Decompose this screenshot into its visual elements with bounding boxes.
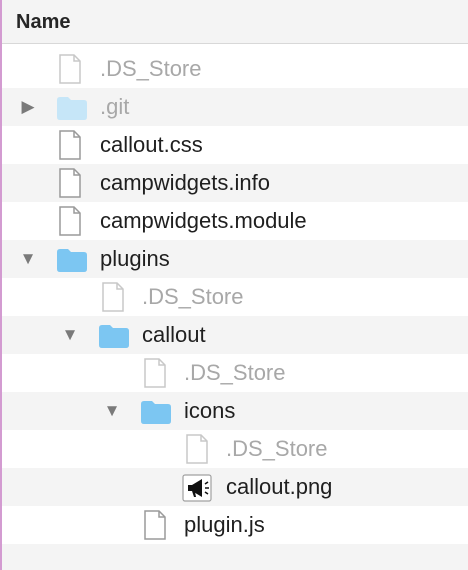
disclosure-triangle-icon[interactable]: ▼ <box>16 247 40 271</box>
folder-icon <box>57 249 87 272</box>
folder-name: icons <box>184 398 236 423</box>
file-name: .DS_Store <box>184 360 286 385</box>
disclosure-triangle-icon[interactable]: ▼ <box>58 323 82 347</box>
list-item[interactable]: campwidgets.info <box>2 164 468 202</box>
file-icon <box>102 282 124 312</box>
folder-icon <box>141 401 171 424</box>
file-name: .DS_Store <box>142 284 244 309</box>
file-name: campwidgets.info <box>100 170 270 195</box>
column-header-label: Name <box>16 11 71 33</box>
file-icon <box>144 510 166 540</box>
list-item[interactable]: .DS_Store <box>2 50 468 88</box>
folder-name: plugins <box>100 246 170 271</box>
folder-name: callout <box>142 322 206 347</box>
file-name: .DS_Store <box>226 436 328 461</box>
list-item[interactable]: .DS_Store <box>2 278 468 316</box>
list-item[interactable]: callout.css <box>2 126 468 164</box>
list-item[interactable]: ▼ icons <box>2 392 468 430</box>
file-name: callout.css <box>100 132 203 157</box>
file-icon <box>144 358 166 388</box>
list-item[interactable]: .DS_Store <box>2 430 468 468</box>
list-item[interactable]: plugin.js <box>2 506 468 544</box>
file-name: .DS_Store <box>100 56 202 81</box>
list-item[interactable]: ▶ .git <box>2 88 468 126</box>
file-name: plugin.js <box>184 512 265 537</box>
file-icon <box>59 168 81 198</box>
list-item[interactable]: .DS_Store <box>2 354 468 392</box>
folder-name: .git <box>100 94 130 119</box>
file-icon <box>59 130 81 160</box>
column-header-name[interactable]: Name <box>2 0 468 44</box>
megaphone-icon <box>182 474 212 502</box>
folder-icon <box>57 97 87 120</box>
file-icon <box>186 434 208 464</box>
list-item[interactable]: campwidgets.module <box>2 202 468 240</box>
file-icon <box>59 206 81 236</box>
file-list: .DS_Store ▶ .git callout.css campwidgets… <box>2 44 468 570</box>
file-icon <box>59 54 81 84</box>
file-name: callout.png <box>226 474 333 499</box>
disclosure-triangle-icon[interactable]: ▶ <box>16 95 40 119</box>
folder-icon <box>99 325 129 348</box>
list-item[interactable]: ▼ plugins <box>2 240 468 278</box>
empty-row <box>2 544 468 570</box>
list-item[interactable]: callout.png <box>2 468 468 506</box>
disclosure-triangle-icon[interactable]: ▼ <box>100 399 124 423</box>
list-item[interactable]: ▼ callout <box>2 316 468 354</box>
file-name: campwidgets.module <box>100 208 307 233</box>
